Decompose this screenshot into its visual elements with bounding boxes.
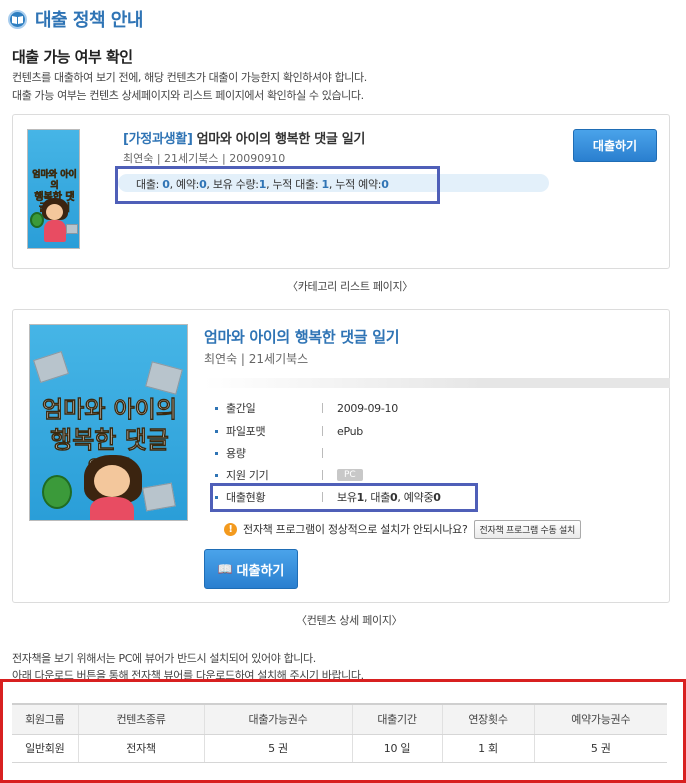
list-status-highlight <box>115 166 440 204</box>
list-page-caption: 〈카테고리 리스트 페이지〉 <box>287 280 413 293</box>
info-row-size: 용량 <box>215 444 337 462</box>
cell-loan-limit: 5 권 <box>204 734 353 763</box>
install-warning-text: 전자책 프로그램이 정상적으로 설치가 안되시나요? <box>243 523 468 536</box>
book-icon <box>8 9 27 29</box>
detail-divider <box>204 378 670 388</box>
list-book-title[interactable]: 엄마와 아이의 행복한 댓글 일기 <box>197 132 366 147</box>
info-row-file-format: 파일포맷 ePub <box>215 422 363 440</box>
col-content-type: 컨텐츠종류 <box>78 703 205 735</box>
detail-status-highlight <box>210 483 478 512</box>
detail-book-title: 엄마와 아이의 행복한 댓글 일기 <box>204 328 400 346</box>
info-row-publish-date: 출간일 2009-09-10 <box>215 399 398 417</box>
col-loan-period: 대출기간 <box>352 703 443 735</box>
detail-book-meta: 최연숙 | 21세기북스 <box>204 352 309 366</box>
detail-borrow-button[interactable]: 📖 대출하기 <box>204 549 298 589</box>
manual-install-button[interactable]: 전자책 프로그램 수동 설치 <box>473 519 582 539</box>
cell-member-group: 일반회원 <box>12 734 79 763</box>
page-title: 대출 정책 안내 <box>35 10 143 31</box>
col-member-group: 회원그룹 <box>12 703 79 735</box>
table-header-row: 회원그룹 컨텐츠종류 대출가능권수 대출기간 연장횟수 예약가능권수 <box>12 703 667 735</box>
detail-book-cover: 엄마와 아이의행복한 댓글 일기 <box>29 324 188 521</box>
info-row-devices: 지원 기기 PC <box>215 466 363 484</box>
list-book-category[interactable]: [가정과생활] <box>123 132 193 147</box>
intro-line-2: 대출 가능 여부는 컨텐츠 상세페이지와 리스트 페이지에서 확인하실 수 있습… <box>12 89 364 102</box>
cell-loan-period: 10 일 <box>352 734 443 763</box>
warning-icon: ! <box>224 522 237 536</box>
table-row: 일반회원 전자책 5 권 10 일 1 회 5 권 <box>12 734 667 763</box>
section-title: 대출 가능 여부 확인 <box>12 48 133 66</box>
viewer-notice-1: 전자책을 보기 위해서는 PC에 뷰어가 반드시 설치되어 있어야 합니다. <box>12 652 316 665</box>
pc-device-tag: PC <box>337 469 363 481</box>
list-book-title-line[interactable]: [가정과생활] 엄마와 아이의 행복한 댓글 일기 <box>123 128 365 147</box>
cell-content-type: 전자책 <box>78 734 205 763</box>
list-borrow-button[interactable]: 대출하기 <box>573 129 657 162</box>
loan-policy-table: 회원그룹 컨텐츠종류 대출가능권수 대출기간 연장횟수 예약가능권수 일반회원 … <box>12 703 667 763</box>
cell-renewals: 1 회 <box>442 734 535 763</box>
col-renewals: 연장횟수 <box>442 703 535 735</box>
intro-line-1: 컨텐츠를 대출하여 보기 전에, 해당 컨텐츠가 대출이 가능한지 확인하셔야 … <box>12 71 367 84</box>
col-loan-limit: 대출가능권수 <box>204 703 353 735</box>
list-book-meta: 최연숙 | 21세기북스 | 20090910 <box>123 152 286 165</box>
list-book-cover[interactable]: 엄마와 아이의행복한 댓글 일기 <box>27 129 80 249</box>
install-warning: ! 전자책 프로그램이 정상적으로 설치가 안되시나요? 전자책 프로그램 수동… <box>224 519 582 539</box>
book-open-icon: 📖 <box>217 562 233 576</box>
page-header: 대출 정책 안내 <box>8 6 143 32</box>
col-reserve-limit: 예약가능권수 <box>534 703 667 735</box>
cell-reserve-limit: 5 권 <box>534 734 667 763</box>
detail-page-caption: 〈컨텐츠 상세 페이지〉 <box>296 614 403 627</box>
